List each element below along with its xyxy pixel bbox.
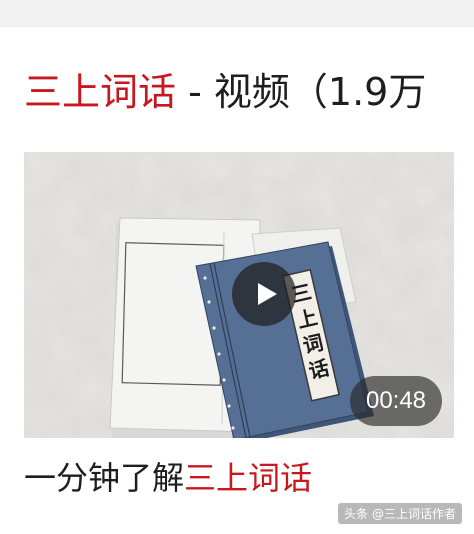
video-player[interactable]: 三 上 词 话 00:48 — [24, 152, 454, 438]
play-icon — [258, 283, 277, 305]
caption-highlight: 三上词话 — [184, 459, 313, 497]
top-divider-strip — [0, 0, 474, 27]
heading-rest: - 视频（1.9万 — [176, 70, 427, 114]
section-heading: 三上词话 - 视频（1.9万 — [24, 62, 474, 122]
caption-prefix: 一分钟了解 — [24, 459, 185, 497]
play-button[interactable] — [232, 262, 296, 326]
video-caption: 一分钟了解三上词话 — [24, 454, 312, 502]
video-duration-badge: 00:48 — [350, 376, 442, 426]
heading-highlight: 三上词话 — [24, 70, 177, 114]
source-watermark: 头条 @三上词话作者 — [338, 503, 462, 524]
article-page: 三上词话 - 视频（1.9万 三 上 词 话 00:48 一分钟了解三上词话 头… — [0, 0, 474, 534]
